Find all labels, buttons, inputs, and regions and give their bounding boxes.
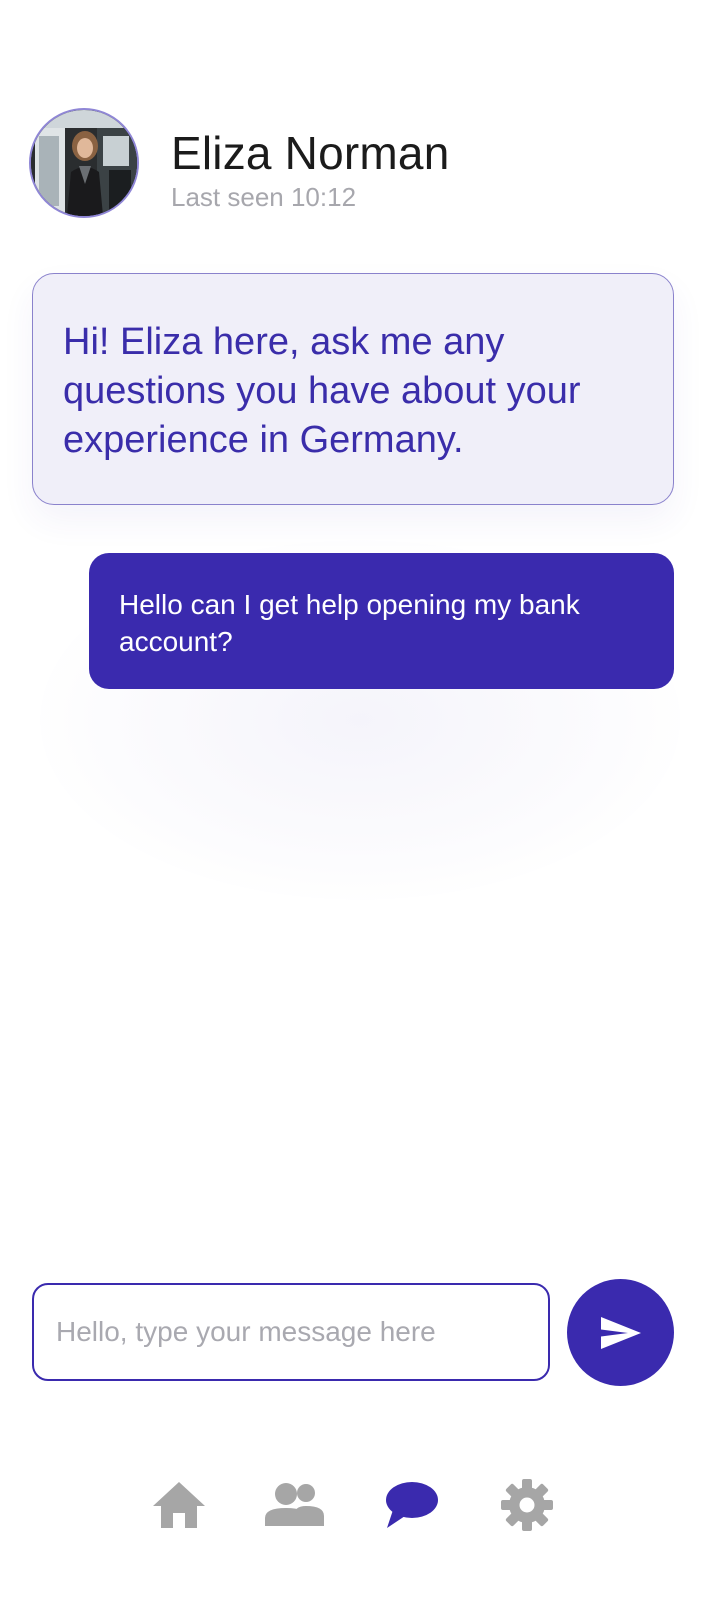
chat-screen: Eliza Norman Last seen 10:12 Hi! Eliza h…: [0, 0, 720, 1600]
chat-header: Eliza Norman Last seen 10:12: [29, 108, 689, 220]
message-bubble-incoming: Hi! Eliza here, ask me any questions you…: [32, 273, 674, 505]
nav-home[interactable]: [144, 1470, 214, 1540]
nav-settings[interactable]: [492, 1470, 562, 1540]
avatar[interactable]: [29, 108, 139, 218]
avatar-photo: [31, 110, 137, 216]
message-bubble-outgoing: Hello can I get help opening my bank acc…: [89, 553, 674, 689]
send-icon: [600, 1316, 641, 1349]
contact-name: Eliza Norman: [171, 127, 450, 179]
gear-icon: [501, 1479, 553, 1531]
send-button[interactable]: [567, 1279, 674, 1386]
bottom-nav: [0, 1470, 720, 1540]
chat-icon: [386, 1482, 438, 1528]
people-icon: [265, 1483, 324, 1526]
last-seen-status: Last seen 10:12: [171, 182, 357, 212]
message-text: Hi! Eliza here, ask me any questions you…: [63, 321, 581, 461]
message-input[interactable]: [32, 1283, 550, 1381]
home-icon: [153, 1482, 205, 1528]
nav-chat[interactable]: [376, 1470, 446, 1540]
nav-people[interactable]: [260, 1470, 330, 1540]
message-text: Hello can I get help opening my bank acc…: [119, 589, 580, 657]
